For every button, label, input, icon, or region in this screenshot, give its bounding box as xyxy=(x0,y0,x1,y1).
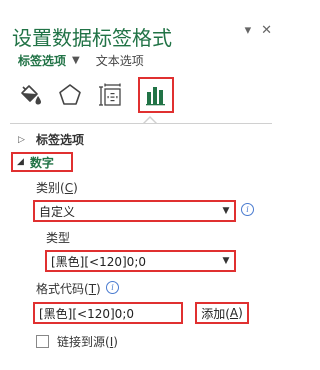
effects-pentagon-icon[interactable] xyxy=(54,79,86,111)
add-button[interactable]: 添加(A) xyxy=(195,302,249,324)
info-icon[interactable]: i xyxy=(106,281,119,294)
close-icon[interactable]: ✕ xyxy=(261,24,272,38)
pane-title: 设置数据标签格式 xyxy=(12,26,172,50)
linked-to-source-row: 链接到源(I) xyxy=(36,333,118,350)
bar-chart-options-icon[interactable] xyxy=(138,77,174,113)
category-select-value: 自定义 xyxy=(39,204,76,219)
tab-label-options[interactable]: 标签选项 xyxy=(18,52,66,69)
format-code-input[interactable]: [黑色][<120]0;0 xyxy=(33,302,183,324)
pane-options-chevron-icon[interactable]: ▾ xyxy=(245,24,252,38)
linked-to-source-checkbox[interactable] xyxy=(36,335,49,348)
section-number-title: 数字 xyxy=(29,155,54,170)
section-divider xyxy=(10,123,272,124)
category-icon-row xyxy=(14,76,180,114)
section-label-options[interactable]: ▷ 标签选项 xyxy=(18,131,84,148)
size-properties-icon[interactable] xyxy=(94,79,126,111)
section-label-options-title: 标签选项 xyxy=(36,133,85,147)
category-select[interactable]: 自定义 ▼ xyxy=(33,200,236,222)
collapsed-triangle-icon: ▷ xyxy=(18,134,25,145)
tab-label-options-chevron-icon[interactable]: ▼ xyxy=(72,55,80,66)
linked-to-source-label: 链接到源(I) xyxy=(57,335,118,349)
section-number[interactable]: ◢ 数字 xyxy=(11,152,73,172)
category-label: 类别(C) xyxy=(36,181,78,195)
chevron-down-icon: ▼ xyxy=(222,206,230,216)
fill-line-icon[interactable] xyxy=(14,79,46,111)
tab-text-options[interactable]: 文本选项 xyxy=(96,52,144,69)
type-select-value: [黑色][<120]0;0 xyxy=(51,254,146,269)
format-data-labels-pane: 设置数据标签格式 ▾ ✕ 标签选项 ▼ 文本选项 ▷ 标签选项 ◢ 数字 类别(… xyxy=(0,0,282,370)
format-code-label: 格式代码(T) xyxy=(36,282,101,296)
info-icon[interactable]: i xyxy=(241,203,254,216)
expanded-triangle-icon: ◢ xyxy=(17,157,24,167)
type-label: 类型 xyxy=(46,231,71,245)
subtabs: 标签选项 ▼ 文本选项 xyxy=(18,52,144,69)
chevron-down-icon: ▼ xyxy=(222,256,230,266)
type-select[interactable]: [黑色][<120]0;0 ▼ xyxy=(45,250,236,272)
pane-controls: ▾ ✕ xyxy=(245,24,272,38)
